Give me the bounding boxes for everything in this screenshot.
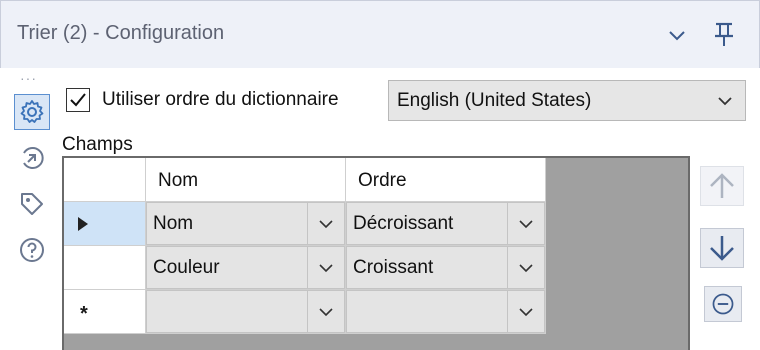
field-combo[interactable]: Nom bbox=[146, 202, 345, 245]
remove-circle-icon bbox=[712, 293, 734, 315]
chevron-down-icon bbox=[718, 97, 732, 106]
table-cell bbox=[346, 290, 546, 334]
chevron-down-icon bbox=[519, 220, 533, 229]
dictionary-order-checkbox[interactable] bbox=[66, 88, 90, 112]
checkmark-icon bbox=[70, 93, 86, 107]
chevron-down-icon bbox=[319, 264, 333, 273]
title-bar: Trier (2) - Configuration bbox=[0, 0, 760, 68]
sort-fields-grid: Nom Ordre Nom Décroissant Couleur Croiss… bbox=[62, 156, 690, 350]
field-combo[interactable] bbox=[146, 290, 345, 333]
order-combo[interactable] bbox=[346, 290, 545, 333]
order-combo-value: Décroissant bbox=[353, 213, 454, 234]
connection-arrow-icon bbox=[23, 147, 44, 169]
order-combo[interactable]: Croissant bbox=[346, 246, 545, 289]
column-header-field[interactable]: Nom bbox=[146, 158, 346, 202]
order-combo-value: Croissant bbox=[353, 257, 434, 278]
new-row-marker: * bbox=[80, 303, 88, 325]
fields-section-label: Champs bbox=[62, 134, 133, 155]
column-header-order[interactable]: Ordre bbox=[346, 158, 546, 202]
chevron-down-icon bbox=[519, 308, 533, 317]
move-up-button[interactable] bbox=[700, 166, 744, 206]
new-row-selector[interactable]: * bbox=[64, 290, 146, 334]
current-row-arrow-icon bbox=[78, 217, 88, 231]
settings-tab-button[interactable] bbox=[14, 94, 50, 130]
chevron-down-icon bbox=[319, 308, 333, 317]
pin-icon[interactable] bbox=[709, 19, 739, 49]
field-combo-value: Nom bbox=[153, 213, 194, 234]
table-cell bbox=[146, 290, 346, 334]
arrow-down-icon bbox=[710, 236, 734, 261]
chevron-down-icon bbox=[319, 220, 333, 229]
column-header-label: Nom bbox=[158, 170, 199, 191]
table-cell: Croissant bbox=[346, 246, 546, 290]
row-selector[interactable] bbox=[64, 246, 146, 290]
dictionary-order-label: Utiliser ordre du dictionnaire bbox=[102, 89, 339, 110]
window-title: Trier (2) - Configuration bbox=[17, 22, 225, 44]
gear-icon bbox=[20, 100, 44, 123]
chevron-down-icon bbox=[519, 264, 533, 273]
help-tab-button[interactable] bbox=[14, 232, 50, 268]
grid-corner-cell bbox=[64, 158, 146, 202]
field-combo[interactable]: Couleur bbox=[146, 246, 345, 289]
tag-icon bbox=[21, 193, 43, 215]
table-cell: Décroissant bbox=[346, 202, 546, 246]
order-combo[interactable]: Décroissant bbox=[346, 202, 545, 245]
connection-tab-button[interactable] bbox=[14, 140, 50, 176]
row-selector[interactable] bbox=[64, 202, 146, 246]
language-select-value: English (United States) bbox=[397, 90, 592, 111]
remove-field-button[interactable] bbox=[704, 286, 742, 322]
table-cell: Nom bbox=[146, 202, 346, 246]
move-down-button[interactable] bbox=[700, 228, 744, 268]
chevron-down-icon[interactable] bbox=[665, 23, 689, 47]
language-select[interactable]: English (United States) bbox=[388, 80, 746, 121]
help-icon bbox=[20, 238, 44, 262]
table-cell: Couleur bbox=[146, 246, 346, 290]
arrow-up-icon bbox=[710, 173, 734, 198]
field-combo-value: Couleur bbox=[153, 257, 220, 278]
column-header-label: Ordre bbox=[358, 170, 407, 191]
panel-grip: ··· bbox=[20, 70, 37, 86]
annotation-tab-button[interactable] bbox=[14, 186, 50, 222]
